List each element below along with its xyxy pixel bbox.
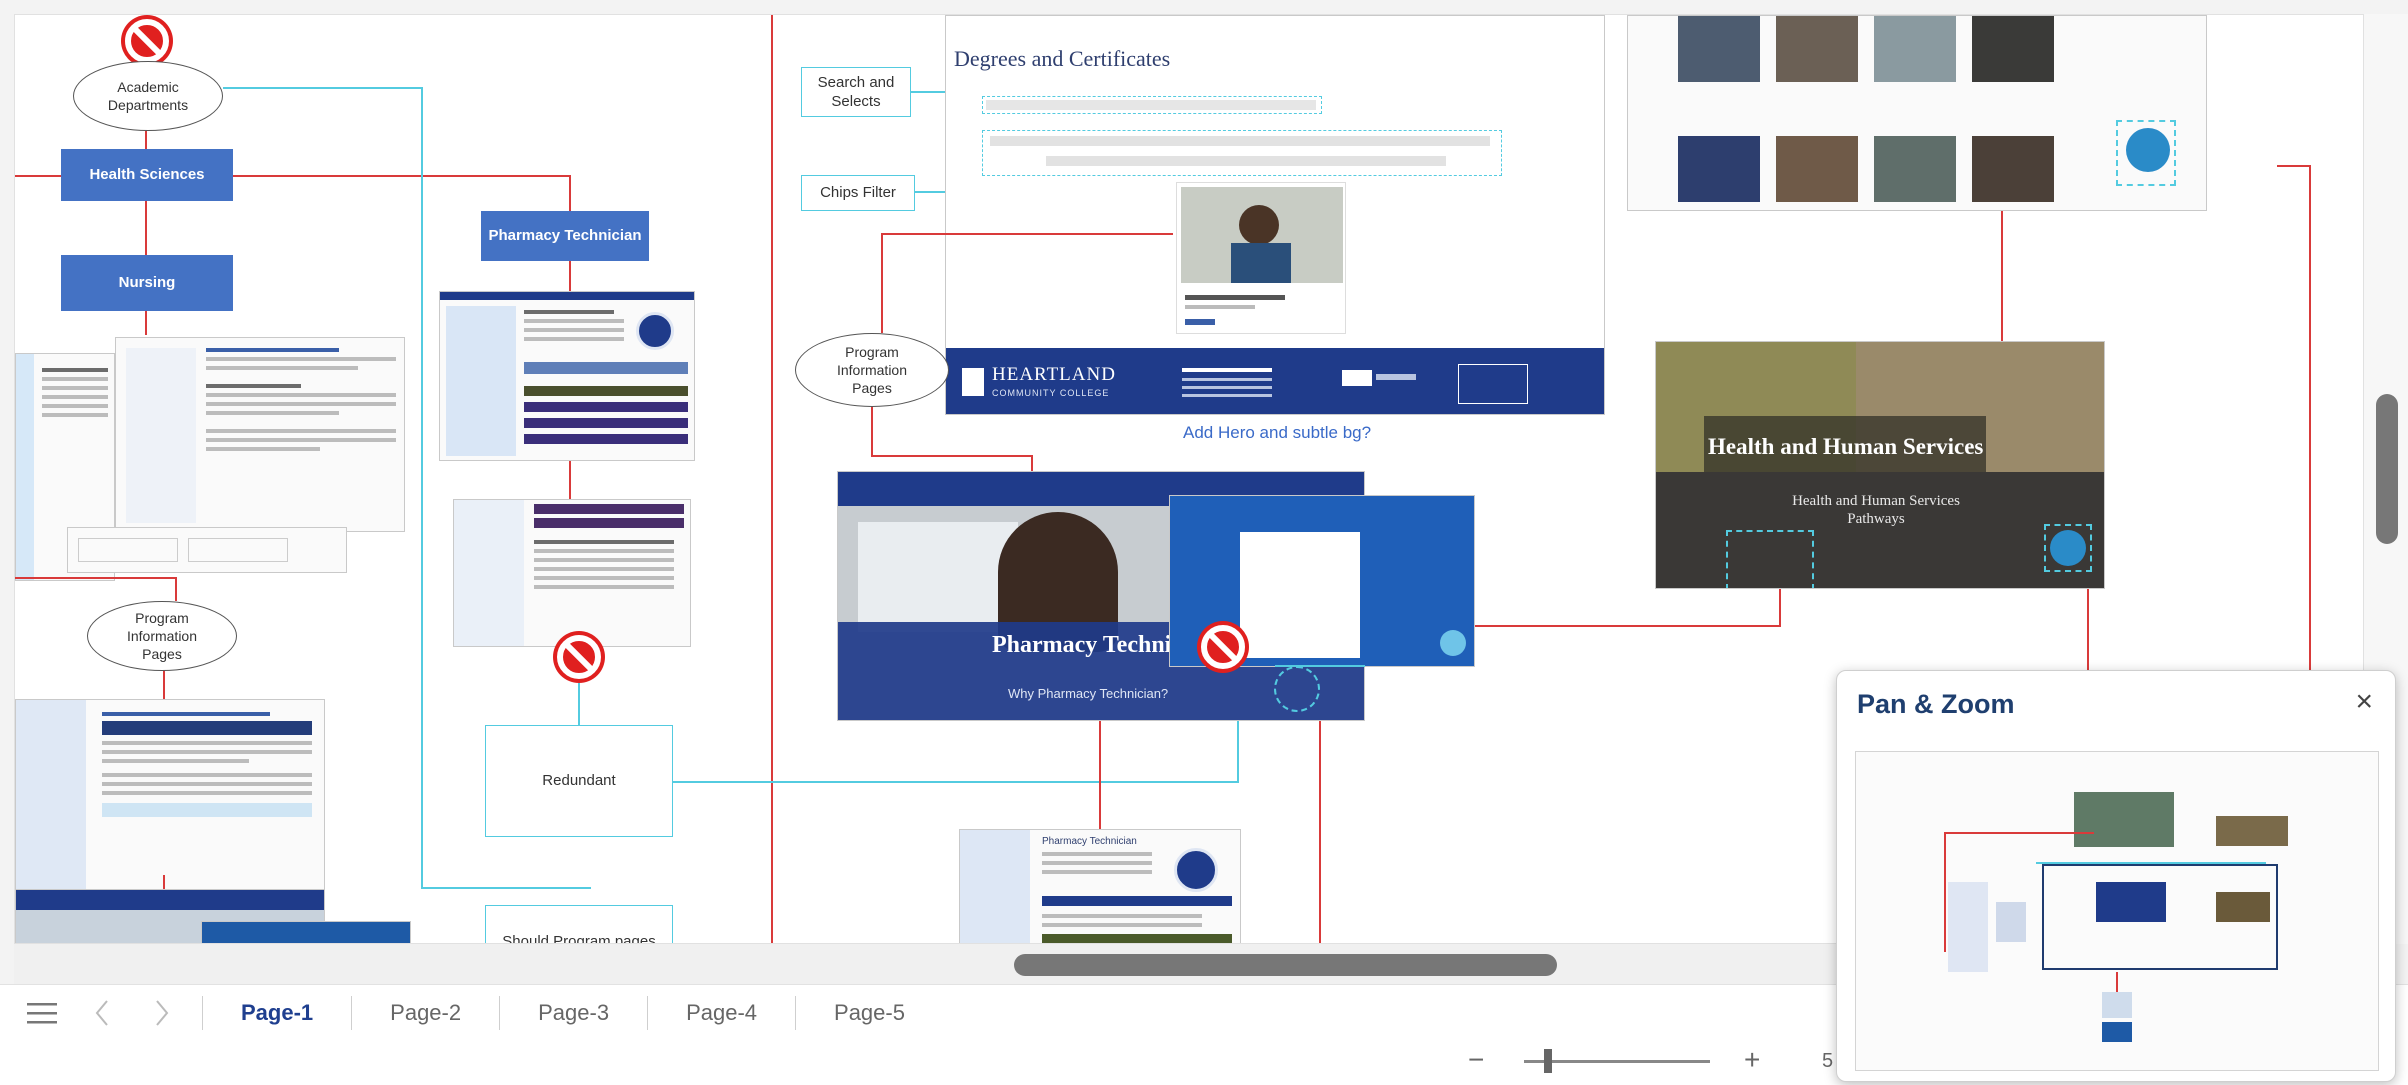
nursing-footer-thumbnail bbox=[67, 527, 347, 573]
zoom-in-button[interactable]: + bbox=[1744, 1044, 1760, 1076]
heartland-logo-sub: COMMUNITY COLLEGE bbox=[992, 388, 1110, 398]
prohibited-icon bbox=[121, 15, 173, 67]
connector bbox=[145, 131, 147, 149]
hhs-subtitle: Health and Human Services Pathways bbox=[1792, 493, 1960, 527]
health-sciences-shape[interactable]: Health Sciences bbox=[61, 149, 233, 201]
hhs-title: Health and Human Services bbox=[1708, 434, 1984, 459]
diagram-editor-window: Academic Departments Health Sciences Nur… bbox=[0, 0, 2408, 1085]
pharmacy-program-page-thumbnail[interactable]: Pharmacy Technician bbox=[959, 829, 1241, 943]
connector bbox=[223, 87, 421, 89]
program-information-pages-mid-shape[interactable]: Program Information Pages bbox=[795, 333, 949, 407]
connector bbox=[421, 87, 423, 887]
redundant-shape[interactable]: Redundant bbox=[485, 725, 673, 837]
connector bbox=[1319, 721, 1321, 943]
heartland-hero-thumbnail bbox=[201, 921, 411, 943]
pan-zoom-title: Pan & Zoom bbox=[1857, 689, 2015, 719]
degrees-title: Degrees and Certificates bbox=[954, 46, 1171, 71]
tab-page-5[interactable]: Page-5 bbox=[795, 995, 943, 1030]
connector bbox=[1099, 721, 1101, 829]
pharmacy-hero-title: Pharmacy Technici bbox=[992, 632, 1189, 658]
connector bbox=[871, 455, 1031, 457]
program-information-pages-left-shape[interactable]: Program Information Pages bbox=[87, 601, 237, 671]
search-and-selects-shape[interactable]: Search and Selects bbox=[801, 67, 911, 117]
connector bbox=[2309, 165, 2311, 689]
pan-zoom-overview[interactable] bbox=[1855, 751, 2379, 1071]
connector bbox=[1779, 589, 1781, 627]
connector bbox=[673, 781, 1239, 783]
close-icon[interactable]: × bbox=[2355, 685, 2373, 719]
connector bbox=[175, 577, 177, 601]
connector bbox=[569, 261, 571, 291]
connector bbox=[163, 671, 165, 699]
program-page-thumbnail[interactable] bbox=[15, 699, 325, 899]
connector bbox=[578, 683, 580, 725]
prohibited-icon bbox=[1197, 621, 1249, 673]
hhs-image-grid-screenshot[interactable] bbox=[1627, 15, 2207, 211]
connector bbox=[145, 311, 147, 335]
should-program-pages-shape[interactable]: Should Program pages bbox=[485, 905, 673, 943]
nursing-page-thumbnail[interactable] bbox=[115, 337, 405, 532]
tab-page-1[interactable]: Page-1 bbox=[202, 995, 351, 1030]
add-hero-question: Add Hero and subtle bg? bbox=[1183, 423, 1372, 442]
tab-page-4[interactable]: Page-4 bbox=[647, 995, 795, 1030]
horizontal-scroll-thumb[interactable] bbox=[1014, 954, 1557, 976]
chips-filter-shape[interactable]: Chips Filter bbox=[801, 175, 915, 211]
pharmacy-tech-page-thumbnail[interactable] bbox=[439, 291, 695, 461]
heartland-footer: HEARTLAND COMMUNITY COLLEGE bbox=[946, 348, 1604, 414]
zoom-slider[interactable] bbox=[1524, 1049, 1710, 1073]
connector bbox=[233, 175, 571, 177]
vertical-scroll-thumb[interactable] bbox=[2376, 394, 2398, 544]
pan-zoom-panel[interactable]: Pan & Zoom × bbox=[1836, 670, 2396, 1082]
connector bbox=[15, 577, 175, 579]
connector bbox=[569, 461, 571, 499]
nursing-shape[interactable]: Nursing bbox=[61, 255, 233, 311]
connector bbox=[421, 887, 591, 889]
chevron-right-icon[interactable] bbox=[132, 985, 192, 1041]
why-pharmacy-text: Why Pharmacy Technician? bbox=[1008, 686, 1169, 701]
connector bbox=[15, 175, 61, 177]
zoom-value: 5 bbox=[1822, 1050, 1834, 1072]
heartland-logo-text: HEARTLAND bbox=[992, 364, 1116, 385]
connector bbox=[881, 233, 883, 333]
chevron-left-icon[interactable] bbox=[72, 985, 132, 1041]
zoom-slider-handle[interactable] bbox=[1544, 1049, 1552, 1073]
tab-page-2[interactable]: Page-2 bbox=[351, 995, 499, 1030]
connector bbox=[881, 233, 1173, 235]
swimlane-separator bbox=[771, 15, 773, 943]
connector bbox=[2277, 165, 2311, 167]
pharmacy-technician-small-title: Pharmacy Technician bbox=[1042, 836, 1137, 847]
connector bbox=[871, 407, 873, 457]
tab-page-3[interactable]: Page-3 bbox=[499, 995, 647, 1030]
connector bbox=[2001, 211, 2003, 341]
pharmacy-technician-shape[interactable]: Pharmacy Technician bbox=[481, 211, 649, 261]
degrees-page-screenshot[interactable]: Degrees and Certificates HEARTLAND COMMU… bbox=[945, 15, 1605, 415]
connector bbox=[1275, 665, 1365, 667]
pharmacy-detail-thumbnail[interactable] bbox=[453, 499, 691, 647]
academic-departments-shape[interactable]: Academic Departments bbox=[73, 61, 223, 131]
hamburger-menu-icon[interactable] bbox=[12, 985, 72, 1041]
zoom-out-button[interactable]: − bbox=[1468, 1044, 1484, 1076]
connector bbox=[1475, 625, 1781, 627]
hhs-page-screenshot[interactable]: Health and Human Services Health and Hum… bbox=[1655, 341, 2105, 589]
connector bbox=[145, 201, 147, 255]
prohibited-icon bbox=[553, 631, 605, 683]
